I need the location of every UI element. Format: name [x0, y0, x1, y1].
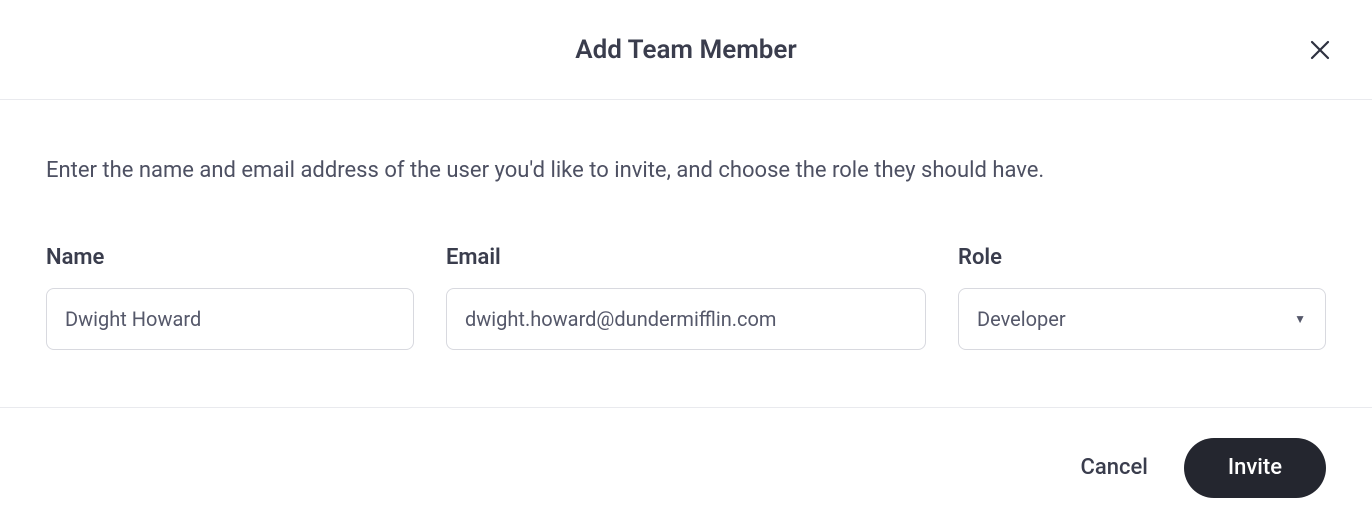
role-selected-value: Developer: [977, 307, 1066, 331]
add-team-member-dialog: Add Team Member Enter the name and email…: [0, 0, 1372, 527]
role-select[interactable]: Developer: [958, 288, 1326, 350]
email-input[interactable]: [446, 288, 926, 350]
dialog-title: Add Team Member: [575, 35, 797, 65]
name-input[interactable]: [46, 288, 414, 350]
email-label: Email: [446, 245, 926, 270]
cancel-button[interactable]: Cancel: [1081, 455, 1148, 480]
role-field-group: Role Developer ▼: [958, 245, 1326, 350]
dialog-header: Add Team Member: [0, 0, 1372, 100]
instruction-text: Enter the name and email address of the …: [46, 154, 1326, 187]
close-icon: [1308, 38, 1332, 62]
close-button[interactable]: [1304, 34, 1336, 66]
role-label: Role: [958, 245, 1326, 270]
invite-button[interactable]: Invite: [1184, 438, 1326, 498]
name-label: Name: [46, 245, 414, 270]
form-row: Name Email Role Developer ▼: [46, 245, 1326, 350]
dialog-body: Enter the name and email address of the …: [0, 100, 1372, 407]
dialog-footer: Cancel Invite: [0, 407, 1372, 527]
email-field-group: Email: [446, 245, 926, 350]
role-select-wrap: Developer ▼: [958, 288, 1326, 350]
name-field-group: Name: [46, 245, 414, 350]
